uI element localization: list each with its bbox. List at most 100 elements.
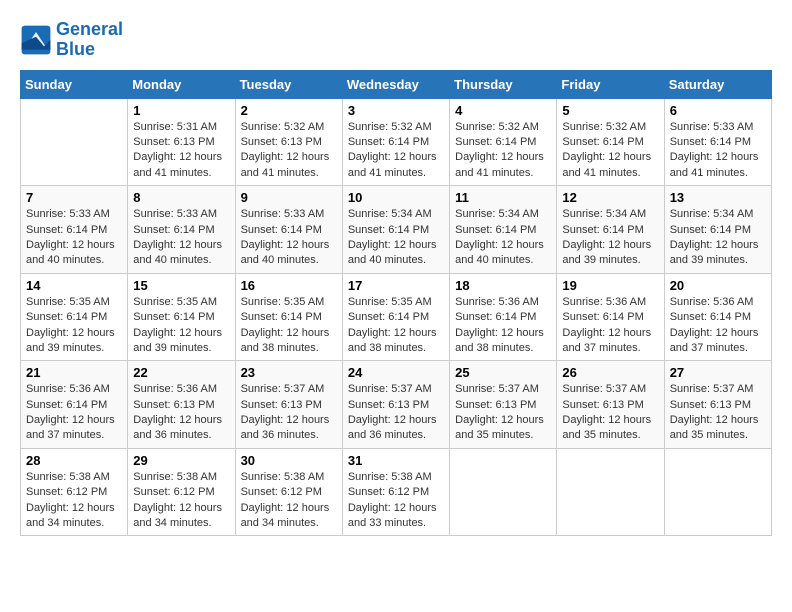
calendar-week-5: 28 Sunrise: 5:38 AM Sunset: 6:12 PM Dayl… [21,448,772,536]
sunset: Sunset: 6:13 PM [562,398,658,413]
day-info: Sunrise: 5:37 AM Sunset: 6:13 PM Dayligh… [562,382,658,444]
calendar-cell: 26 Sunrise: 5:37 AM Sunset: 6:13 PM Dayl… [557,361,664,449]
sunrise: Sunrise: 5:31 AM [133,120,229,135]
calendar-cell: 19 Sunrise: 5:36 AM Sunset: 6:14 PM Dayl… [557,273,664,361]
sunset: Sunset: 6:14 PM [455,310,551,325]
daylight: Daylight: 12 hours and 41 minutes. [241,150,337,181]
calendar-cell: 3 Sunrise: 5:32 AM Sunset: 6:14 PM Dayli… [342,98,449,186]
sunset: Sunset: 6:14 PM [26,310,122,325]
sunset: Sunset: 6:13 PM [133,398,229,413]
day-number: 6 [670,103,766,118]
day-info: Sunrise: 5:37 AM Sunset: 6:13 PM Dayligh… [348,382,444,444]
sunrise: Sunrise: 5:35 AM [26,295,122,310]
daylight: Daylight: 12 hours and 38 minutes. [241,326,337,357]
sunrise: Sunrise: 5:34 AM [562,207,658,222]
day-number: 12 [562,190,658,205]
sunrise: Sunrise: 5:36 AM [133,382,229,397]
day-info: Sunrise: 5:33 AM Sunset: 6:14 PM Dayligh… [133,207,229,269]
day-info: Sunrise: 5:32 AM Sunset: 6:13 PM Dayligh… [241,120,337,182]
calendar-cell: 9 Sunrise: 5:33 AM Sunset: 6:14 PM Dayli… [235,186,342,274]
page-header: General Blue [20,20,772,60]
calendar-cell: 20 Sunrise: 5:36 AM Sunset: 6:14 PM Dayl… [664,273,771,361]
sunrise: Sunrise: 5:33 AM [670,120,766,135]
day-info: Sunrise: 5:32 AM Sunset: 6:14 PM Dayligh… [562,120,658,182]
calendar-cell: 23 Sunrise: 5:37 AM Sunset: 6:13 PM Dayl… [235,361,342,449]
sunset: Sunset: 6:14 PM [562,223,658,238]
calendar-table: SundayMondayTuesdayWednesdayThursdayFrid… [20,70,772,537]
day-info: Sunrise: 5:35 AM Sunset: 6:14 PM Dayligh… [348,295,444,357]
sunrise: Sunrise: 5:34 AM [348,207,444,222]
weekday-header-row: SundayMondayTuesdayWednesdayThursdayFrid… [21,70,772,98]
sunset: Sunset: 6:13 PM [348,398,444,413]
day-info: Sunrise: 5:37 AM Sunset: 6:13 PM Dayligh… [241,382,337,444]
day-info: Sunrise: 5:36 AM Sunset: 6:14 PM Dayligh… [562,295,658,357]
day-number: 5 [562,103,658,118]
sunrise: Sunrise: 5:32 AM [455,120,551,135]
sunset: Sunset: 6:14 PM [241,310,337,325]
daylight: Daylight: 12 hours and 41 minutes. [348,150,444,181]
calendar-cell: 18 Sunrise: 5:36 AM Sunset: 6:14 PM Dayl… [450,273,557,361]
calendar-cell: 31 Sunrise: 5:38 AM Sunset: 6:12 PM Dayl… [342,448,449,536]
sunset: Sunset: 6:14 PM [133,310,229,325]
sunrise: Sunrise: 5:38 AM [26,470,122,485]
daylight: Daylight: 12 hours and 34 minutes. [26,501,122,532]
sunrise: Sunrise: 5:32 AM [241,120,337,135]
calendar-cell: 1 Sunrise: 5:31 AM Sunset: 6:13 PM Dayli… [128,98,235,186]
sunset: Sunset: 6:14 PM [26,223,122,238]
sunset: Sunset: 6:14 PM [133,223,229,238]
daylight: Daylight: 12 hours and 41 minutes. [562,150,658,181]
day-number: 14 [26,278,122,293]
day-number: 27 [670,365,766,380]
weekday-header-thursday: Thursday [450,70,557,98]
sunrise: Sunrise: 5:32 AM [348,120,444,135]
sunset: Sunset: 6:14 PM [26,398,122,413]
daylight: Daylight: 12 hours and 40 minutes. [241,238,337,269]
day-info: Sunrise: 5:33 AM Sunset: 6:14 PM Dayligh… [670,120,766,182]
sunset: Sunset: 6:12 PM [241,485,337,500]
calendar-cell: 14 Sunrise: 5:35 AM Sunset: 6:14 PM Dayl… [21,273,128,361]
calendar-cell: 28 Sunrise: 5:38 AM Sunset: 6:12 PM Dayl… [21,448,128,536]
day-number: 15 [133,278,229,293]
sunset: Sunset: 6:13 PM [241,398,337,413]
calendar-cell: 24 Sunrise: 5:37 AM Sunset: 6:13 PM Dayl… [342,361,449,449]
calendar-cell: 13 Sunrise: 5:34 AM Sunset: 6:14 PM Dayl… [664,186,771,274]
day-info: Sunrise: 5:31 AM Sunset: 6:13 PM Dayligh… [133,120,229,182]
daylight: Daylight: 12 hours and 37 minutes. [26,413,122,444]
weekday-header-saturday: Saturday [664,70,771,98]
calendar-cell: 11 Sunrise: 5:34 AM Sunset: 6:14 PM Dayl… [450,186,557,274]
day-number: 22 [133,365,229,380]
calendar-week-3: 14 Sunrise: 5:35 AM Sunset: 6:14 PM Dayl… [21,273,772,361]
sunrise: Sunrise: 5:33 AM [241,207,337,222]
weekday-header-tuesday: Tuesday [235,70,342,98]
sunrise: Sunrise: 5:37 AM [455,382,551,397]
sunset: Sunset: 6:14 PM [348,310,444,325]
sunrise: Sunrise: 5:38 AM [133,470,229,485]
day-info: Sunrise: 5:36 AM Sunset: 6:14 PM Dayligh… [455,295,551,357]
sunset: Sunset: 6:14 PM [241,223,337,238]
day-number: 13 [670,190,766,205]
calendar-cell: 5 Sunrise: 5:32 AM Sunset: 6:14 PM Dayli… [557,98,664,186]
day-number: 2 [241,103,337,118]
day-info: Sunrise: 5:38 AM Sunset: 6:12 PM Dayligh… [26,470,122,532]
sunrise: Sunrise: 5:36 AM [26,382,122,397]
day-info: Sunrise: 5:37 AM Sunset: 6:13 PM Dayligh… [670,382,766,444]
daylight: Daylight: 12 hours and 35 minutes. [562,413,658,444]
day-info: Sunrise: 5:37 AM Sunset: 6:13 PM Dayligh… [455,382,551,444]
sunset: Sunset: 6:14 PM [348,135,444,150]
daylight: Daylight: 12 hours and 36 minutes. [348,413,444,444]
day-number: 4 [455,103,551,118]
calendar-cell: 15 Sunrise: 5:35 AM Sunset: 6:14 PM Dayl… [128,273,235,361]
day-info: Sunrise: 5:38 AM Sunset: 6:12 PM Dayligh… [133,470,229,532]
daylight: Daylight: 12 hours and 38 minutes. [455,326,551,357]
daylight: Daylight: 12 hours and 40 minutes. [133,238,229,269]
day-info: Sunrise: 5:36 AM Sunset: 6:14 PM Dayligh… [670,295,766,357]
daylight: Daylight: 12 hours and 36 minutes. [241,413,337,444]
day-number: 9 [241,190,337,205]
day-info: Sunrise: 5:34 AM Sunset: 6:14 PM Dayligh… [455,207,551,269]
day-info: Sunrise: 5:33 AM Sunset: 6:14 PM Dayligh… [26,207,122,269]
weekday-header-monday: Monday [128,70,235,98]
daylight: Daylight: 12 hours and 40 minutes. [455,238,551,269]
sunrise: Sunrise: 5:32 AM [562,120,658,135]
day-number: 7 [26,190,122,205]
day-number: 8 [133,190,229,205]
